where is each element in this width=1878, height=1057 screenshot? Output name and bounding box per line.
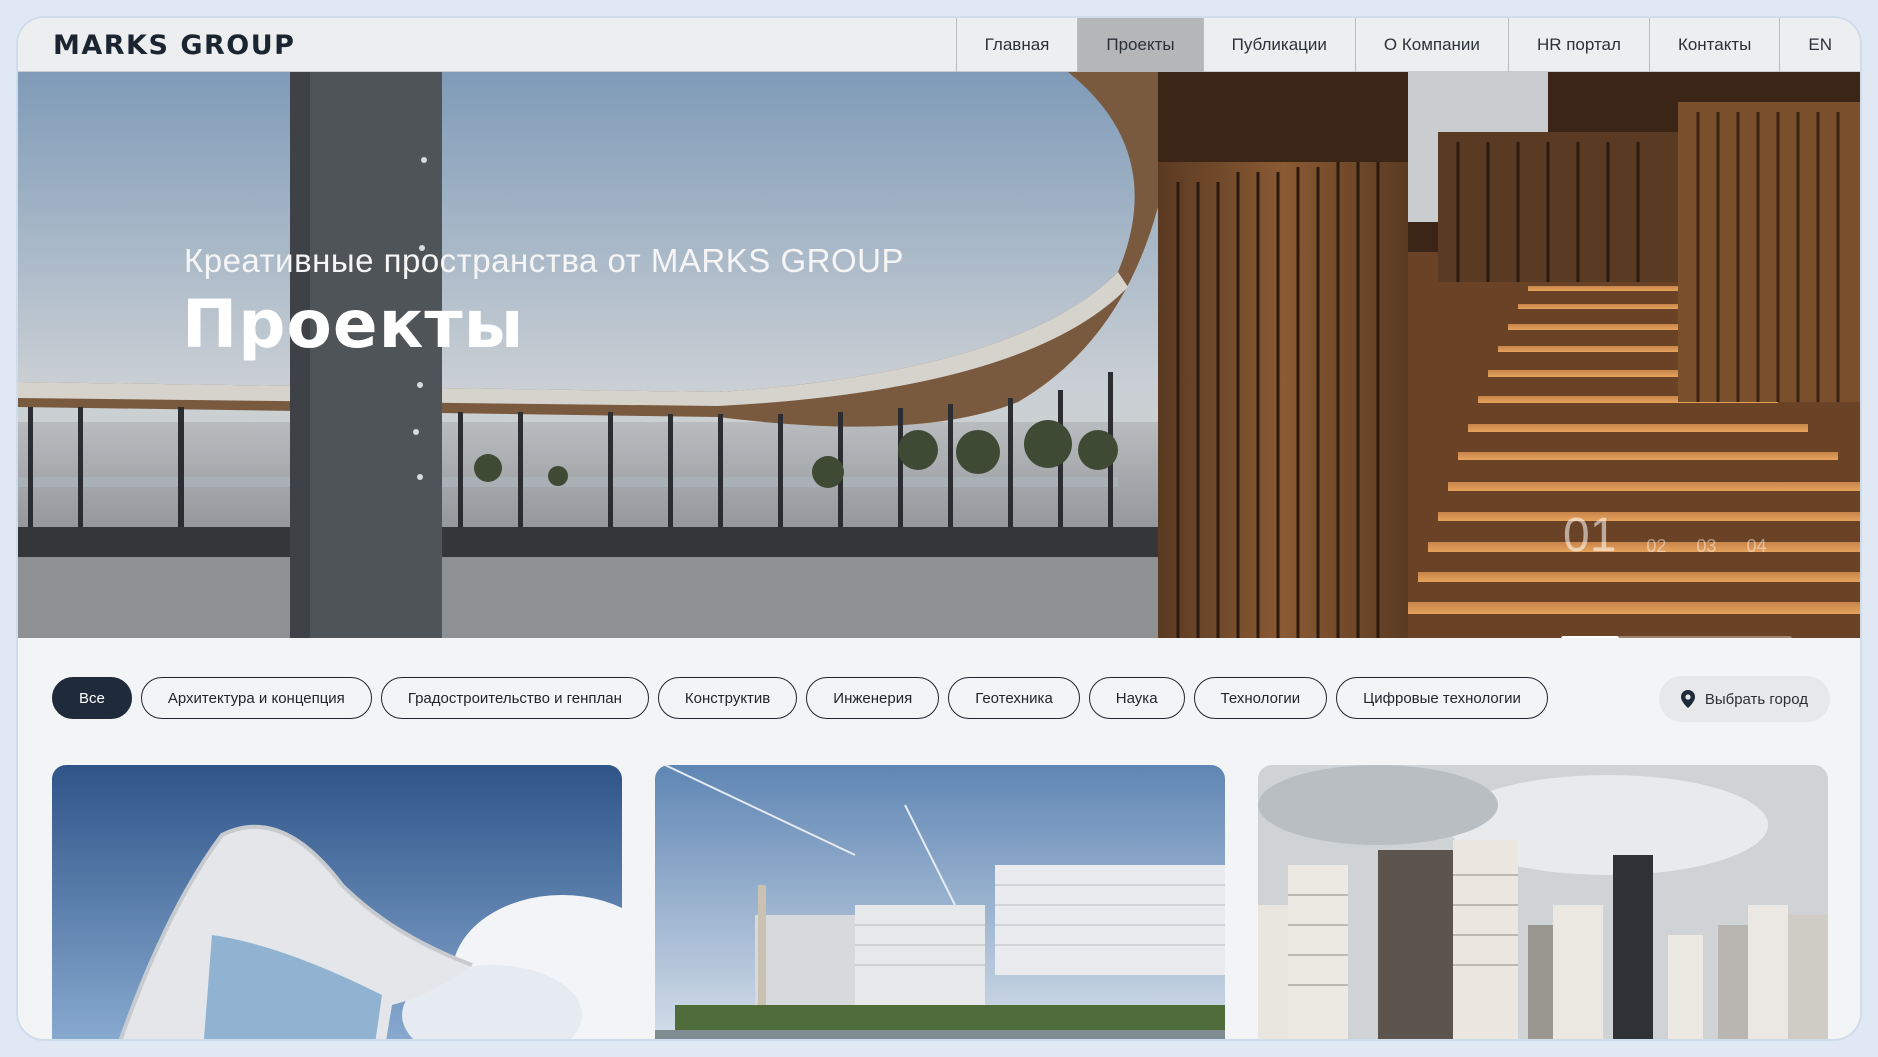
project-image <box>655 765 1225 1039</box>
project-cards <box>52 765 1828 1039</box>
header: MARKS GROUP Главная Проекты Публикации О… <box>18 18 1860 72</box>
page-frame: MARKS GROUP Главная Проекты Публикации О… <box>18 18 1860 1039</box>
nav-contacts[interactable]: Контакты <box>1648 18 1779 72</box>
project-card[interactable] <box>655 765 1225 1039</box>
logo[interactable]: MARKS GROUP <box>53 30 295 61</box>
slide-04[interactable]: 04 <box>1746 536 1766 557</box>
select-city-label: Выбрать город <box>1704 690 1808 708</box>
page-title: Проекты <box>182 286 525 363</box>
filter-technologies[interactable]: Технологии <box>1193 677 1328 719</box>
main-nav: Главная Проекты Публикации О Компании HR… <box>955 18 1860 72</box>
project-image <box>1258 765 1828 1039</box>
slider-progress <box>1561 636 1792 638</box>
select-city-button[interactable]: Выбрать город <box>1658 676 1830 722</box>
nav-projects[interactable]: Проекты <box>1077 18 1203 72</box>
nav-home[interactable]: Главная <box>955 18 1078 72</box>
slide-02[interactable]: 02 <box>1646 536 1666 557</box>
filter-digital-technologies[interactable]: Цифровые технологии <box>1336 677 1548 719</box>
slide-current[interactable]: 01 <box>1563 508 1616 563</box>
hero-banner: Креативные пространства от MARKS GROUP П… <box>18 72 1860 638</box>
hero-subtitle: Креативные пространства от MARKS GROUP <box>184 242 904 279</box>
nav-publications[interactable]: Публикации <box>1202 18 1355 72</box>
project-card[interactable] <box>52 765 622 1039</box>
nav-about[interactable]: О Компании <box>1354 18 1508 72</box>
filter-architecture[interactable]: Архитектура и концепция <box>140 677 372 719</box>
slider-progress-fill <box>1561 636 1619 638</box>
project-card[interactable] <box>1258 765 1828 1039</box>
filter-structural[interactable]: Конструктив <box>657 677 798 719</box>
nav-hr-portal[interactable]: HR портал <box>1507 18 1649 72</box>
filter-geotechnics[interactable]: Геотехника <box>948 677 1080 719</box>
filter-urban-planning[interactable]: Градостроительство и генплан <box>380 677 649 719</box>
filter-science[interactable]: Наука <box>1088 677 1185 719</box>
filter-engineering[interactable]: Инженерия <box>806 677 940 719</box>
project-image <box>52 765 622 1039</box>
filter-all[interactable]: Все <box>52 677 132 719</box>
category-filters: Все Архитектура и концепция Градостроите… <box>52 677 1548 719</box>
slide-03[interactable]: 03 <box>1696 536 1716 557</box>
map-pin-icon <box>1680 690 1695 708</box>
language-switch[interactable]: EN <box>1779 18 1860 72</box>
slider-pagination: 01 02 03 04 <box>1563 508 1766 563</box>
